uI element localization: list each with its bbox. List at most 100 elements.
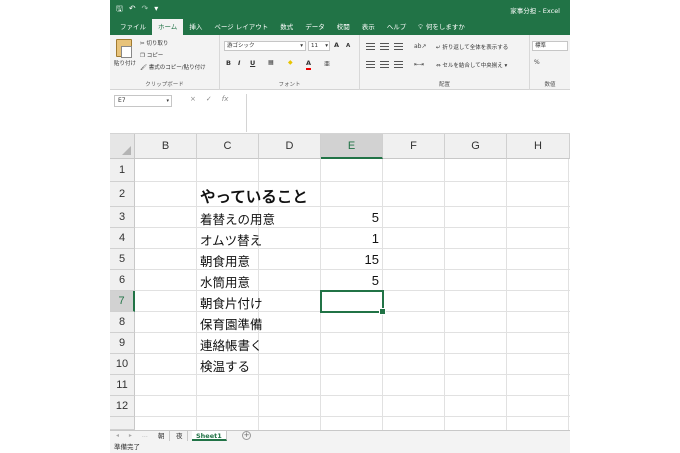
cell-e6[interactable]: 5: [321, 273, 379, 288]
enter-icon[interactable]: ✓: [206, 95, 212, 103]
row-header-8[interactable]: 8: [110, 312, 135, 333]
row-header-3[interactable]: 3: [110, 207, 135, 228]
fill-color-icon[interactable]: ◆: [288, 59, 293, 66]
column-header-e[interactable]: E: [321, 134, 383, 159]
tab-review[interactable]: 校閲: [331, 20, 356, 35]
font-name-select[interactable]: 游ゴシック ▾: [224, 41, 306, 51]
cell-c8[interactable]: 保育園準備: [200, 314, 263, 333]
font-size-select[interactable]: 11 ▾: [308, 41, 330, 51]
sheet-tab-sheet1[interactable]: Sheet1: [192, 431, 227, 441]
paste-icon[interactable]: [116, 39, 132, 58]
wrap-text-button[interactable]: ↵ 折り返して全体を表示する: [436, 43, 508, 51]
align-left-icon[interactable]: [366, 61, 375, 68]
copy-label: コピー: [146, 53, 164, 59]
copy-button[interactable]: ❐ コピー: [140, 51, 163, 59]
cell-c6[interactable]: 水筒用意: [200, 272, 250, 291]
paste-button[interactable]: 貼り付け: [114, 59, 136, 67]
font-color-button[interactable]: A: [306, 59, 312, 70]
percent-button[interactable]: %: [534, 59, 540, 66]
window-title: 家事分担 - Excel: [510, 7, 560, 15]
row-header-5[interactable]: 5: [110, 249, 135, 270]
active-cell-e7[interactable]: [320, 290, 386, 315]
tab-home[interactable]: ホーム: [152, 19, 184, 35]
number-format-select[interactable]: 標準: [532, 41, 568, 51]
orientation-icon[interactable]: ab↗: [414, 43, 427, 50]
border-icon[interactable]: ▦: [268, 59, 274, 66]
cell-c4[interactable]: オムツ替え: [200, 230, 262, 249]
cell-c10[interactable]: 検温する: [200, 356, 250, 375]
undo-icon[interactable]: ↶: [129, 4, 136, 14]
italic-button[interactable]: I: [238, 59, 240, 68]
tab-page-layout[interactable]: ページ レイアウト: [208, 20, 274, 35]
redo-icon[interactable]: ↷: [142, 4, 149, 14]
worksheet-grid: B C D E F G H 1 2 3 4 5 6 7 8 9 10 11 12: [110, 134, 570, 430]
cut-button[interactable]: ✂ 切り取り: [140, 39, 168, 47]
cell-c5[interactable]: 朝食用意: [200, 251, 250, 270]
chevron-down-icon: ▾: [325, 43, 328, 49]
format-painter-button[interactable]: 🖌︎ 書式のコピー/貼り付け: [140, 63, 206, 71]
cancel-icon[interactable]: ×: [190, 95, 196, 103]
column-header-f[interactable]: F: [383, 134, 445, 159]
gridline: [135, 395, 570, 396]
sheet-tab-asa[interactable]: 朝: [154, 431, 170, 441]
cell-c7[interactable]: 朝食片付け: [200, 293, 263, 312]
align-top-icon[interactable]: [366, 43, 375, 50]
customize-qat-icon[interactable]: ▾: [154, 4, 158, 14]
row-header-11[interactable]: 11: [110, 375, 135, 396]
formula-input[interactable]: [246, 94, 570, 132]
grow-font-button[interactable]: A: [334, 41, 339, 50]
align-bottom-icon[interactable]: [394, 43, 403, 50]
column-header-b[interactable]: B: [135, 134, 197, 159]
chevron-down-icon: ▾: [166, 98, 169, 104]
tab-insert[interactable]: 挿入: [183, 20, 208, 35]
row-header-10[interactable]: 10: [110, 354, 135, 375]
tab-data[interactable]: データ: [299, 20, 331, 35]
chevron-down-icon: ▾: [300, 43, 303, 49]
excel-window: 🖫 ↶ ↷ ▾ 家事分担 - Excel ファイル ホーム 挿入 ページ レイア…: [110, 0, 570, 453]
cut-label: 切り取り: [146, 41, 169, 47]
column-header-g[interactable]: G: [445, 134, 507, 159]
merge-center-button[interactable]: ⇔ セルを結合して中央揃え ▾: [436, 61, 507, 69]
select-all-button[interactable]: [110, 134, 135, 159]
tab-formulas[interactable]: 数式: [274, 20, 299, 35]
ribbon-tabs: ファイル ホーム 挿入 ページ レイアウト 数式 データ 校閲 表示 ヘルプ 💡…: [110, 18, 570, 35]
underline-button[interactable]: U: [250, 59, 255, 68]
row-header-1[interactable]: 1: [110, 159, 135, 182]
gridline: [135, 416, 570, 417]
shrink-font-button[interactable]: A: [346, 42, 350, 51]
row-header-2[interactable]: 2: [110, 182, 135, 207]
column-header-c[interactable]: C: [197, 134, 259, 159]
row-header-4[interactable]: 4: [110, 228, 135, 249]
cell-e4[interactable]: 1: [321, 231, 379, 246]
sheet-tab-yoru[interactable]: 夜: [172, 431, 188, 441]
sheet-nav-arrows[interactable]: ◂ ▸ …: [116, 432, 152, 439]
cell-c3[interactable]: 着替えの用意: [200, 209, 275, 228]
name-box[interactable]: E7 ▾: [114, 95, 172, 107]
bold-button[interactable]: B: [226, 59, 231, 68]
align-center-icon[interactable]: [380, 61, 389, 68]
tab-view[interactable]: 表示: [356, 20, 381, 35]
row-header-13[interactable]: [110, 417, 135, 430]
cell-c2[interactable]: やっていること: [200, 185, 308, 207]
row-header-12[interactable]: 12: [110, 396, 135, 417]
row-header-9[interactable]: 9: [110, 333, 135, 354]
column-header-h[interactable]: H: [507, 134, 570, 159]
add-sheet-icon[interactable]: +: [242, 431, 251, 440]
cell-e3[interactable]: 5: [321, 210, 379, 225]
cell-e5[interactable]: 15: [321, 252, 379, 267]
tab-help[interactable]: ヘルプ: [381, 20, 413, 35]
align-right-icon[interactable]: [394, 61, 403, 68]
indent-icon[interactable]: ⇤⇥: [414, 61, 424, 68]
cell-c9[interactable]: 連絡帳書く: [200, 335, 263, 354]
save-icon[interactable]: 🖫: [116, 4, 123, 14]
align-middle-icon[interactable]: [380, 43, 389, 50]
column-header-d[interactable]: D: [259, 134, 321, 159]
row-header-7[interactable]: 7: [110, 291, 135, 312]
phonetic-icon[interactable]: 亜: [324, 59, 330, 68]
row-header-6[interactable]: 6: [110, 270, 135, 291]
tell-me-search[interactable]: 💡︎ 何をしますか: [412, 20, 471, 35]
title-bar: 🖫 ↶ ↷ ▾ 家事分担 - Excel: [110, 0, 570, 18]
tab-file[interactable]: ファイル: [114, 20, 152, 35]
copy-icon: ❐: [140, 53, 145, 59]
insert-function-icon[interactable]: fx: [222, 95, 229, 103]
